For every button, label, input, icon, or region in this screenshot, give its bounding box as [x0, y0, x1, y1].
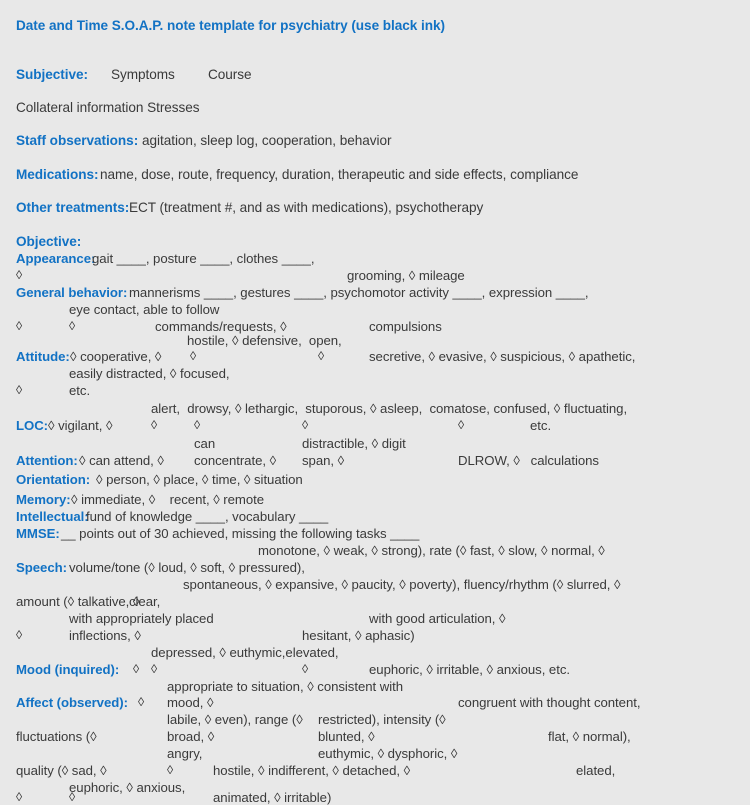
attitude-diamond-b: ◊ — [318, 349, 325, 363]
speech-line-7: inflections, ◊ — [69, 628, 141, 643]
affect-line-12: quality (◊ sad, ◊ — [16, 763, 107, 778]
objective-heading: Objective: — [16, 234, 82, 249]
general-behavior-line-1: mannerisms ____, gestures ____, psychomo… — [129, 285, 589, 300]
mmse-body: __ points out of 30 achieved, missing th… — [61, 526, 420, 541]
attitude-line-1: ◊ cooperative, ◊ — [70, 349, 162, 364]
mood-line-1: ◊ — [133, 662, 140, 676]
attention-line-1: ◊ can attend, ◊ — [79, 453, 164, 468]
affect-diamond-a: ◊ — [167, 763, 174, 777]
speech-line-2: spontaneous, ◊ expansive, ◊ paucity, ◊ p… — [183, 577, 621, 592]
loc-heading: LOC: — [16, 418, 49, 433]
attitude-heading: Attitude: — [16, 349, 70, 364]
general-behavior-diamond-b: ◊ — [69, 319, 76, 333]
general-behavior-line-4: compulsions — [369, 319, 442, 334]
attention-top-a: can — [194, 436, 216, 451]
speech-line-3: amount (◊ talkative, ◊ — [16, 594, 140, 609]
general-behavior-heading: General behavior: — [16, 285, 128, 300]
loc-line-1: ◊ vigilant, ◊ — [48, 418, 113, 433]
affect-line-5: restricted), intensity (◊ — [318, 712, 446, 727]
document-page: Date and Time S.O.A.P. note template for… — [0, 0, 750, 805]
affect-line-10: angry, — [167, 746, 203, 761]
intellectual-body: fund of knowledge ____, vocabulary ____ — [86, 509, 329, 524]
attitude-diamond-a: ◊ — [190, 349, 197, 363]
attention-line-2: concentrate, ◊ — [194, 453, 277, 468]
orientation-heading: Orientation: — [16, 472, 91, 487]
speech-heading: Speech: — [16, 560, 67, 575]
memory-body: ◊ immediate, ◊ recent, ◊ remote — [71, 492, 265, 507]
affect-line-1: ◊ — [138, 695, 145, 709]
affect-line-8: blunted, ◊ — [318, 729, 375, 744]
speech-line-6: with good articulation, ◊ — [369, 611, 506, 626]
general-behavior-line-5: hostile, ◊ defensive, open, — [187, 333, 342, 348]
affect-line-11: euthymic, ◊ dysphoric, ◊ — [318, 746, 458, 761]
subjective-symptoms: Symptoms — [111, 67, 175, 82]
affect-line-16: animated, ◊ irritable) — [213, 790, 332, 805]
subjective-course: Course — [208, 67, 252, 82]
affect-line-15: euphoric, ◊ anxious, — [69, 780, 186, 795]
affect-diamond-c: ◊ — [69, 790, 76, 804]
appearance-heading: Appearance: — [16, 251, 96, 266]
page-title: Date and Time S.O.A.P. note template for… — [16, 18, 446, 33]
mood-options-top: depressed, ◊ euthymic,elevated, — [151, 645, 339, 660]
mmse-heading: MMSE: — [16, 526, 60, 541]
affect-line-4: labile, ◊ even), range (◊ — [167, 712, 303, 727]
loc-diamond-d: ◊ — [458, 418, 465, 432]
mood-diamond-a: ◊ — [151, 662, 158, 676]
medications-body: name, dose, route, frequency, duration, … — [100, 167, 579, 182]
memory-heading: Memory: — [16, 492, 71, 507]
speech-diamond-a: ◊ — [16, 628, 23, 642]
affect-line-13: hostile, ◊ indifferent, ◊ detached, ◊ — [213, 763, 411, 778]
general-behavior-line-2: eye contact, able to follow — [69, 302, 220, 317]
speech-line-1: volume/tone (◊ loud, ◊ soft, ◊ pressured… — [69, 560, 305, 575]
speech-line-4: clear, — [129, 594, 161, 609]
loc-etc: etc. — [530, 418, 552, 433]
speech-line-5: with appropriately placed — [69, 611, 214, 626]
loc-diamond-c: ◊ — [302, 418, 309, 432]
mood-heading: Mood (inquired): — [16, 662, 120, 677]
staff-observations-body: agitation, sleep log, cooperation, behav… — [142, 133, 392, 148]
other-treatments-body: ECT (treatment #, and as with medication… — [129, 200, 484, 215]
general-behavior-line-3: commands/requests, ◊ — [155, 319, 287, 334]
affect-line-14: elated, — [576, 763, 616, 778]
general-behavior-diamond-a: ◊ — [16, 319, 23, 333]
mood-diamond-b: ◊ — [302, 662, 309, 676]
attention-line-3: span, ◊ — [302, 453, 345, 468]
appearance-diamond: ◊ — [16, 268, 23, 282]
affect-line-9: flat, ◊ normal), — [548, 729, 631, 744]
collateral-information: Collateral information Stresses — [16, 100, 200, 115]
affect-line-2: mood, ◊ — [167, 695, 214, 710]
attention-top-b: distractible, ◊ digit — [302, 436, 406, 451]
mood-line-2: euphoric, ◊ irritable, ◊ anxious, etc. — [369, 662, 570, 677]
affect-line-7: broad, ◊ — [167, 729, 215, 744]
other-treatments-heading: Other treatments: — [16, 200, 130, 215]
loc-options-top: alert, drowsy, ◊ lethargic, stuporous, ◊… — [151, 401, 628, 416]
attention-heading: Attention: — [16, 453, 78, 468]
attitude-line-2: secretive, ◊ evasive, ◊ suspicious, ◊ ap… — [369, 349, 636, 364]
medications-heading: Medications: — [16, 167, 99, 182]
affect-diamond-b: ◊ — [16, 790, 23, 804]
appearance-line-2: grooming, ◊ mileage — [347, 268, 465, 283]
attitude-line-3: easily distracted, ◊ focused, — [69, 366, 230, 381]
speech-options-top: monotone, ◊ weak, ◊ strong), rate (◊ fas… — [258, 543, 605, 558]
subjective-heading: Subjective: — [16, 67, 88, 82]
staff-observations-heading: Staff observations: — [16, 133, 139, 148]
orientation-body: ◊ person, ◊ place, ◊ time, ◊ situation — [96, 472, 303, 487]
attitude-diamond-c: ◊ — [16, 383, 23, 397]
mood-line-3: appropriate to situation, ◊ consistent w… — [167, 679, 404, 694]
intellectual-heading: Intellectual: — [16, 509, 89, 524]
affect-heading: Affect (observed): — [16, 695, 128, 710]
appearance-line-1: gait ____, posture ____, clothes ____, — [92, 251, 315, 266]
affect-line-3: congruent with thought content, — [458, 695, 641, 710]
loc-diamond-a: ◊ — [151, 418, 158, 432]
speech-line-8: hesitant, ◊ aphasic) — [302, 628, 415, 643]
affect-line-6: fluctuations (◊ — [16, 729, 97, 744]
attention-line-4: DLROW, ◊ calculations — [458, 453, 599, 468]
attitude-line-4: etc. — [69, 383, 91, 398]
loc-diamond-b: ◊ — [194, 418, 201, 432]
